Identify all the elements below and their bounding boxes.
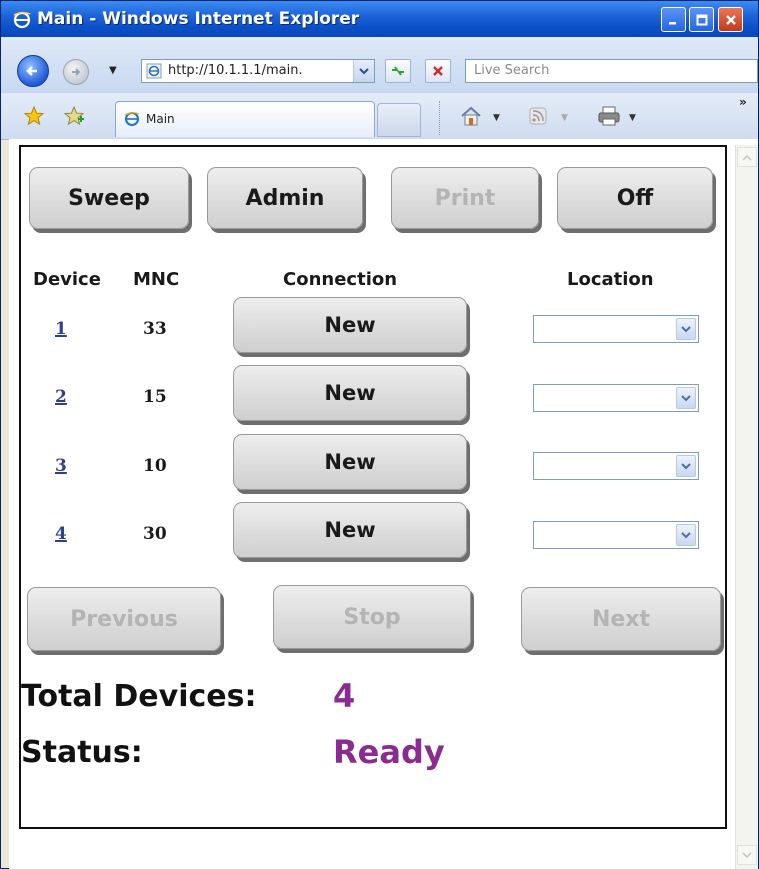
next-button[interactable]: Next — [521, 587, 721, 651]
search-input[interactable]: Live Search — [465, 59, 758, 83]
mnc-value: 10 — [143, 456, 167, 476]
connection-new-button[interactable]: New — [233, 502, 467, 558]
ie-icon — [13, 11, 31, 29]
mnc-column-header: MNC — [133, 269, 180, 290]
title-bar: Main - Windows Internet Explorer — [1, 1, 758, 37]
print-dropdown[interactable]: ▼ — [629, 113, 636, 123]
location-dropdown-button[interactable] — [676, 387, 696, 409]
toolbar-divider — [439, 101, 440, 135]
print-icon[interactable] — [597, 105, 621, 131]
mnc-value: 33 — [143, 319, 167, 339]
status-value: Ready — [333, 733, 445, 771]
back-button[interactable] — [17, 55, 49, 87]
location-select[interactable] — [533, 315, 699, 343]
refresh-icon — [392, 66, 404, 76]
location-dropdown-button[interactable] — [676, 455, 696, 477]
chevron-down-icon — [359, 68, 369, 75]
location-dropdown-button[interactable] — [676, 318, 696, 340]
address-field[interactable]: http://10.1.1.1/main. — [141, 59, 375, 83]
chevron-up-icon — [742, 154, 752, 161]
more-tools-chevron[interactable]: » — [739, 95, 747, 109]
home-dropdown[interactable]: ▼ — [493, 113, 500, 123]
close-button[interactable] — [718, 7, 743, 32]
tab-main[interactable]: Main — [115, 101, 375, 137]
device-column-header: Device — [33, 269, 101, 290]
off-button[interactable]: Off — [557, 167, 713, 229]
chevron-down-icon — [681, 463, 691, 470]
total-devices-label: Total Devices: — [21, 679, 257, 714]
tab-label: Main — [146, 112, 175, 126]
vertical-scrollbar[interactable] — [735, 145, 758, 869]
refresh-button[interactable] — [385, 59, 411, 83]
device-link[interactable]: 3 — [55, 456, 89, 476]
chevron-down-icon — [681, 532, 691, 539]
chevron-down-icon — [681, 395, 691, 402]
admin-button[interactable]: Admin — [207, 167, 363, 229]
connection-new-button[interactable]: New — [233, 297, 467, 353]
mnc-value: 30 — [143, 524, 167, 544]
maximize-icon — [696, 14, 707, 25]
window-title: Main - Windows Internet Explorer — [37, 9, 360, 29]
ie-page-icon — [124, 111, 140, 131]
scroll-up-button[interactable] — [737, 147, 757, 167]
stop-x-icon — [433, 66, 443, 76]
chevron-down-icon — [681, 326, 691, 333]
forward-button[interactable] — [63, 59, 89, 85]
device-link[interactable]: 1 — [55, 319, 89, 339]
page-icon — [146, 63, 162, 79]
back-arrow-icon — [26, 66, 37, 76]
browser-window: Main - Windows Internet Explorer ▼ http:… — [0, 0, 759, 869]
minimize-icon — [668, 21, 676, 24]
address-dropdown[interactable] — [353, 60, 374, 82]
connection-new-button[interactable]: New — [233, 434, 467, 490]
stop-loading-button[interactable] — [425, 59, 451, 83]
device-link[interactable]: 4 — [55, 524, 89, 544]
location-select[interactable] — [533, 521, 699, 549]
scroll-down-button[interactable] — [737, 845, 757, 865]
maximize-button[interactable] — [689, 7, 714, 32]
device-link[interactable]: 2 — [55, 387, 89, 407]
new-tab-button[interactable] — [377, 103, 421, 137]
mnc-value: 15 — [143, 387, 167, 407]
address-text: http://10.1.1.1/main. — [168, 63, 303, 78]
feeds-icon[interactable] — [529, 107, 547, 129]
location-select[interactable] — [533, 452, 699, 480]
previous-button[interactable]: Previous — [27, 587, 221, 651]
feeds-dropdown[interactable]: ▼ — [561, 113, 568, 123]
total-devices-value: 4 — [333, 677, 356, 715]
location-select[interactable] — [533, 384, 699, 412]
status-label: Status: — [21, 735, 143, 770]
home-icon[interactable] — [459, 105, 483, 131]
connection-new-button[interactable]: New — [233, 365, 467, 421]
chevron-down-icon — [742, 851, 752, 858]
add-favorite-icon[interactable] — [63, 105, 85, 131]
recent-pages-dropdown[interactable]: ▼ — [109, 65, 117, 76]
location-column-header: Location — [567, 269, 654, 290]
minimize-button[interactable] — [661, 7, 686, 32]
sweep-button[interactable]: Sweep — [29, 167, 189, 229]
close-icon — [725, 14, 736, 25]
location-dropdown-button[interactable] — [676, 524, 696, 546]
forward-arrow-icon — [72, 68, 81, 76]
print-button[interactable]: Print — [391, 167, 539, 229]
connection-column-header: Connection — [283, 269, 398, 290]
stop-button[interactable]: Stop — [273, 585, 471, 649]
favorites-star-icon[interactable] — [23, 105, 45, 131]
